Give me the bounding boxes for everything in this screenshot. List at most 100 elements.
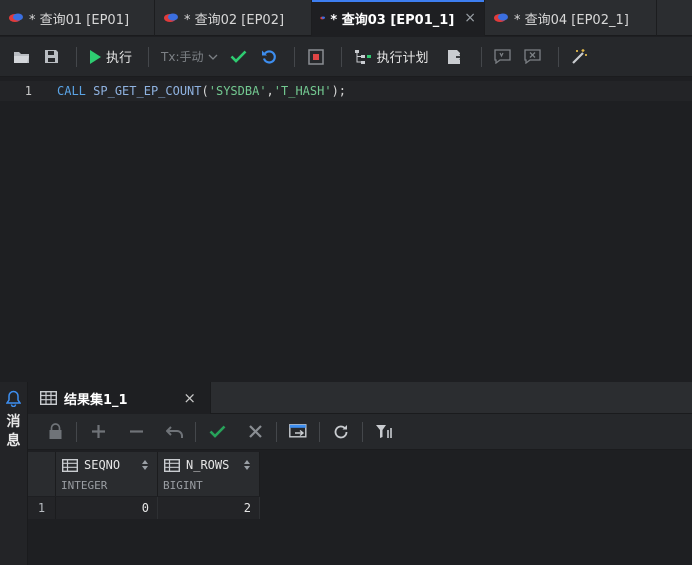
message-side-panel[interactable]: 消 息: [0, 382, 28, 565]
play-icon: [90, 49, 101, 64]
format-button[interactable]: [567, 43, 593, 71]
close-icon[interactable]: ×: [183, 389, 196, 407]
save-icon: [44, 50, 58, 63]
toolbar-separator: [340, 46, 342, 67]
database-icon: [320, 16, 326, 20]
refresh-icon: [334, 424, 348, 438]
export-result-button[interactable]: [285, 419, 311, 445]
tab-label: * 查询02 [EP02]: [184, 12, 285, 28]
code-string-arg: 'T_HASH': [273, 84, 332, 98]
code-line: CALL SP_GET_EP_COUNT('SYSDBA','T_HASH');: [57, 84, 346, 98]
magic-wand-icon: [572, 49, 588, 64]
stop-icon: [307, 48, 324, 65]
code-string-arg: 'SYSDBA': [208, 84, 267, 98]
toolbar-separator: [76, 46, 77, 67]
sort-icon[interactable]: [141, 459, 149, 471]
close-icon[interactable]: ×: [464, 10, 476, 26]
tx-mode-select[interactable]: Tx:手动: [157, 43, 221, 71]
rollback-button[interactable]: [256, 43, 282, 71]
tab-label: * 查询04 [EP02_1]: [514, 12, 629, 28]
sql-editor[interactable]: 1 CALL SP_GET_EP_COUNT('SYSDBA','T_HASH'…: [0, 77, 692, 382]
database-icon: [9, 13, 23, 22]
comment-icon: [494, 49, 511, 64]
result-tab-bar: 结果集1_1 ×: [28, 382, 692, 414]
export-file-icon: [448, 49, 465, 64]
column-type: BIGINT: [163, 479, 203, 492]
tab-label: * 查询01 [EP01]: [29, 12, 130, 28]
editor-line: 1 CALL SP_GET_EP_COUNT('SYSDBA','T_HASH'…: [0, 81, 692, 101]
toolbar-separator: [76, 421, 77, 442]
undo-edit-button[interactable]: [161, 419, 187, 445]
code-paren-open: (: [201, 84, 209, 98]
toolbar-separator: [195, 421, 196, 442]
stop-button[interactable]: [303, 43, 329, 71]
tab-query01[interactable]: * 查询01 [EP01]: [0, 0, 155, 36]
cell-n-rows[interactable]: 2: [158, 497, 260, 519]
result-toolbar: [28, 414, 692, 450]
database-icon: [164, 13, 178, 22]
discard-changes-button[interactable]: [242, 419, 268, 445]
tab-result-set[interactable]: 结果集1_1 ×: [28, 382, 211, 414]
message-tab-label[interactable]: 消 息: [6, 413, 22, 451]
sort-icon[interactable]: [243, 459, 251, 471]
code-keyword: CALL: [57, 84, 86, 98]
editor-toolbar: 执行 Tx:手动 执行计划: [0, 37, 692, 77]
undo-arrow-icon: [165, 425, 183, 438]
lock-button[interactable]: [42, 419, 68, 445]
minus-icon: [129, 430, 143, 433]
cell-seqno[interactable]: 0: [56, 497, 158, 519]
export-button[interactable]: [443, 43, 469, 71]
tab-label: * 查询03 [EP01_1]: [330, 12, 455, 28]
grid-corner: [28, 452, 56, 496]
execution-plan-button[interactable]: 执行计划: [350, 43, 433, 71]
query-tab-bar: * 查询01 [EP01] * 查询02 [EP02] * 查询03 [EP01…: [0, 0, 692, 36]
execute-label: 执行: [106, 51, 133, 66]
toolbar-separator: [362, 421, 363, 442]
save-changes-button[interactable]: [204, 419, 230, 445]
line-number: 1: [24, 84, 32, 98]
execute-button[interactable]: 执行: [85, 43, 136, 71]
row-number: 1: [28, 497, 56, 519]
toolbar-separator: [293, 46, 295, 67]
folder-icon: [13, 51, 29, 63]
uncomment-button[interactable]: [520, 43, 546, 71]
uncomment-icon: [524, 49, 541, 64]
toolbar-separator: [480, 46, 482, 67]
execution-plan-label: 执行计划: [376, 51, 429, 66]
tab-query02[interactable]: * 查询02 [EP02]: [155, 0, 312, 36]
export-table-icon: [289, 424, 307, 438]
toolbar-separator: [319, 421, 320, 442]
plus-icon: [91, 425, 105, 438]
tab-query04[interactable]: * 查询04 [EP02_1]: [485, 0, 657, 36]
delete-row-button[interactable]: [123, 419, 149, 445]
lock-icon: [49, 423, 61, 439]
tab-query03[interactable]: * 查询03 [EP01_1] ×: [312, 0, 485, 36]
column-header-seqno[interactable]: SEQNO INTEGER: [56, 452, 158, 496]
code-comma: ,: [266, 84, 274, 98]
column-name: N_ROWS: [164, 458, 229, 472]
open-folder-button[interactable]: [8, 43, 34, 71]
column-header-n-rows[interactable]: N_ROWS BIGINT: [158, 452, 260, 496]
comment-button[interactable]: [490, 43, 516, 71]
result-tab-label: 结果集1_1: [64, 392, 128, 408]
refresh-button[interactable]: [328, 419, 354, 445]
table-column-icon: [164, 458, 180, 472]
column-name-text: SEQNO: [84, 458, 121, 472]
table-row[interactable]: 1 0 2: [28, 497, 260, 519]
table-column-icon: [62, 458, 78, 472]
save-button[interactable]: [38, 43, 64, 71]
filter-icon: [376, 425, 392, 438]
code-procedure: SP_GET_EP_COUNT: [93, 84, 202, 98]
add-row-button[interactable]: [85, 419, 111, 445]
undo-icon: [261, 49, 276, 64]
column-name-text: N_ROWS: [186, 458, 230, 472]
check-icon: [230, 50, 247, 63]
message-label-char: 息: [6, 433, 21, 449]
close-icon: [248, 425, 262, 438]
filter-button[interactable]: [371, 419, 397, 445]
execution-plan-icon: [354, 49, 371, 64]
bell-icon[interactable]: [6, 390, 21, 407]
result-grid[interactable]: SEQNO INTEGER N_ROWS BIGINT 1 0 2: [28, 450, 692, 565]
commit-button[interactable]: [226, 43, 252, 71]
column-name: SEQNO: [62, 458, 120, 472]
